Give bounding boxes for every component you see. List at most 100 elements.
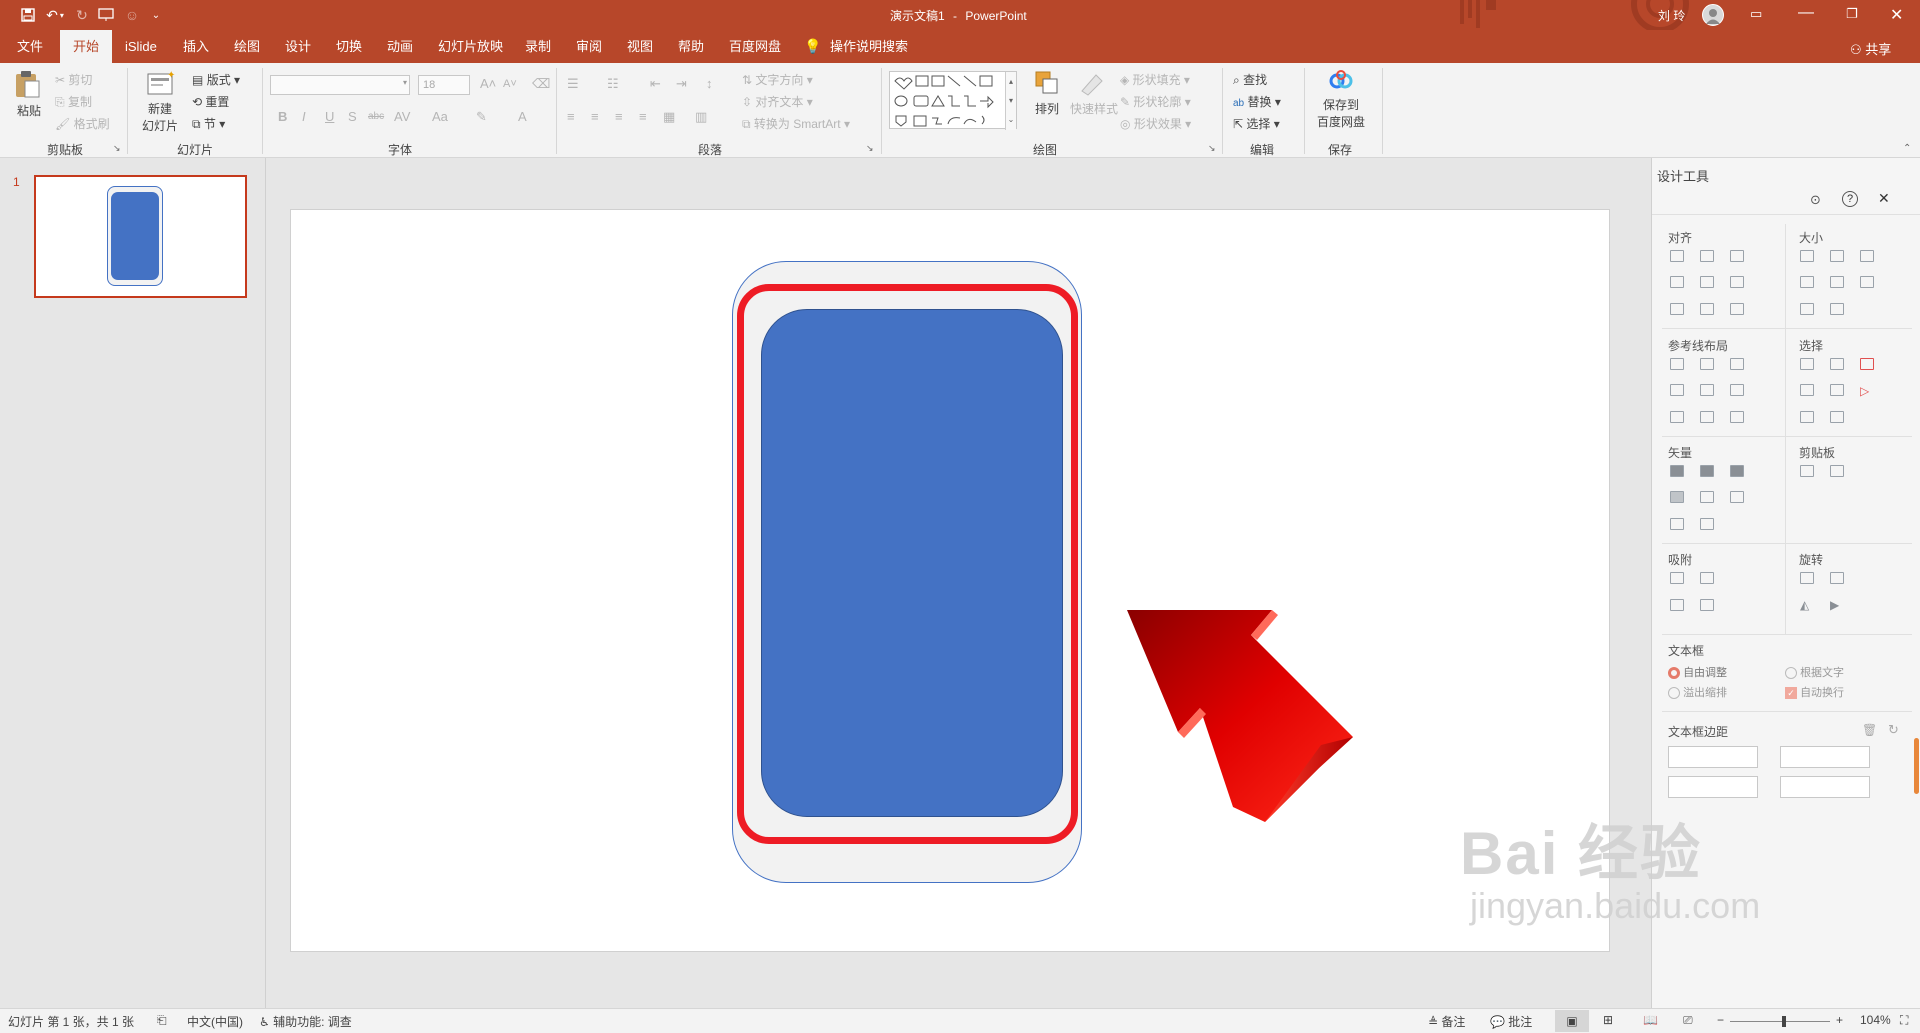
accessibility-status[interactable]: ♿ 辅助功能: 调查 [259,1013,352,1030]
select-bottom-icon[interactable] [1800,411,1814,424]
outdent-icon[interactable]: ⇥ [676,76,687,92]
zoom-in-icon[interactable]: + [1836,1013,1843,1027]
close-pane-icon[interactable]: ✕ [1878,190,1890,207]
guide-center-icon[interactable] [1700,358,1714,370]
text-direction-button[interactable]: ⇅ 文字方向 ▾ [742,71,813,88]
normal-view-icon[interactable]: ▣ [1555,1010,1589,1032]
tab-help[interactable]: 帮助 [676,30,706,63]
align-center-icon[interactable]: ≡ [591,109,599,124]
share-button[interactable]: ⚇ 共享 [1850,39,1891,58]
align-right-icon[interactable]: ≡ [615,109,623,124]
paste-size-icon[interactable] [1830,465,1844,477]
fragment-icon[interactable] [1730,465,1744,477]
tell-me-search[interactable]: 操作说明搜索 [828,30,910,63]
copy-size-icon[interactable] [1800,465,1814,477]
align-slide-icon[interactable] [1730,302,1744,315]
gallery-scroll[interactable]: ▴ ▾ ⌄ [1005,72,1016,130]
align-text-button[interactable]: ⇳ 对齐文本 ▾ [742,93,813,110]
shadow-button[interactable]: S [348,109,357,124]
layout-button[interactable]: ▤ 版式 ▾ [192,71,240,88]
select-button[interactable]: ⇱ 选择 ▾ [1233,115,1280,132]
arrange-button[interactable]: 排列 [1030,69,1064,117]
fit-text-radio[interactable]: 根据文字 [1785,664,1844,680]
clear-format-icon[interactable]: ⌫ [532,76,550,92]
break-apart-icon[interactable] [1700,517,1714,530]
free-adjust-radio[interactable]: 自由调整 [1668,664,1727,680]
zoom-slider[interactable] [1730,1016,1830,1027]
italic-button[interactable]: I [302,109,306,124]
format-painter-button[interactable]: 🖌 格式刷 [55,115,110,132]
slide-thumbnail[interactable] [34,175,247,298]
columns-icon[interactable]: ▥ [695,109,707,125]
snap-left-icon[interactable] [1670,572,1684,584]
guide-left-icon[interactable] [1670,358,1684,370]
align-center-icon[interactable] [1700,250,1714,262]
distribute-v-icon[interactable] [1700,302,1714,315]
section-button[interactable]: ⧉ 节 ▾ [192,115,225,132]
intersect-icon[interactable] [1670,491,1684,504]
guide-bottom-icon[interactable] [1730,384,1744,397]
select-top-icon[interactable] [1800,383,1814,396]
reset-button[interactable]: ⟲ 重置 [192,93,229,110]
tab-home[interactable]: 开始 [60,30,112,63]
comments-button[interactable]: 💬 批注 [1490,1013,1532,1030]
zoom-out-icon[interactable]: − [1717,1013,1724,1027]
zoom-level[interactable]: 104% [1860,1013,1891,1027]
delete-icon[interactable]: 🗑 [1862,723,1877,737]
guide-top-icon[interactable] [1670,384,1684,397]
guide-fill-icon[interactable] [1730,410,1744,423]
union-icon[interactable] [1670,465,1684,477]
ribbon-display-icon[interactable]: ▭ [1750,6,1762,22]
rotate-left-icon[interactable] [1800,572,1814,584]
align-top-icon[interactable] [1670,276,1684,289]
highlight-icon[interactable]: ✎ [476,109,487,125]
snap-top-icon[interactable] [1670,598,1684,611]
margin-left-input[interactable] [1668,746,1758,768]
bold-button[interactable]: B [278,109,287,124]
underline-button[interactable]: U [325,109,334,124]
subtract-icon[interactable] [1700,491,1714,504]
shape-fill-button[interactable]: ◈ 形状填充 ▾ [1120,71,1190,88]
red-arrow-shape[interactable] [1121,610,1381,850]
save-icon[interactable] [18,6,38,24]
select-arrow-icon[interactable]: ▷ [1860,384,1890,399]
cut-button[interactable]: ✂ 剪切 [55,71,92,88]
tab-animations[interactable]: 动画 [385,30,415,63]
select-middle-icon[interactable] [1830,383,1844,396]
align-middle-icon[interactable] [1700,276,1714,289]
settings-icon[interactable]: ⊙ [1810,192,1821,208]
save-to-baidu-button[interactable]: 保存到 百度网盘 [1312,69,1370,130]
guide-right-icon[interactable] [1730,358,1744,370]
dialog-launcher-icon[interactable]: ↘ [113,143,121,154]
tab-draw[interactable]: 绘图 [232,30,262,63]
fit-top-icon[interactable] [1800,302,1814,315]
refresh-icon[interactable]: ↻ [1888,722,1899,738]
combine-icon[interactable] [1700,465,1714,477]
quick-styles-button[interactable]: 快速样式 [1070,69,1118,117]
guide-height-icon[interactable] [1700,410,1714,423]
strikethrough-button[interactable]: abc [368,111,384,122]
guide-middle-icon[interactable] [1700,384,1714,397]
present-icon[interactable] [96,6,116,24]
slide-sorter-icon[interactable]: ⊞ [1603,1013,1613,1027]
align-left-icon[interactable]: ≡ [567,109,575,124]
align-right-icon[interactable] [1730,250,1744,262]
flip-h-icon[interactable]: ◭ [1800,598,1830,613]
char-spacing-button[interactable]: AV [394,109,410,124]
select-similar-icon[interactable] [1830,358,1844,370]
fit-left-icon[interactable] [1800,276,1814,289]
paste-button[interactable]: 粘贴 [12,69,46,119]
snap-bottom-icon[interactable] [1700,598,1714,611]
avatar[interactable] [1702,4,1724,26]
copy-button[interactable]: ⎘ 复制 [55,93,92,110]
fit-slide-icon[interactable]: ⛶ [1900,1013,1908,1028]
tab-design[interactable]: 设计 [283,30,313,63]
font-color-icon[interactable]: A [518,109,527,124]
redo-icon[interactable]: ↻ [72,6,92,24]
new-slide-button[interactable]: ✦ 新建 幻灯片 [135,69,185,134]
shape-outline-button[interactable]: ✎ 形状轮廓 ▾ [1120,93,1191,110]
fit-right-icon[interactable] [1830,276,1844,289]
language-status[interactable]: 中文(中国) [187,1013,243,1030]
numbering-icon[interactable]: ☷ [607,76,619,92]
text-to-shape-icon[interactable] [1670,517,1684,530]
